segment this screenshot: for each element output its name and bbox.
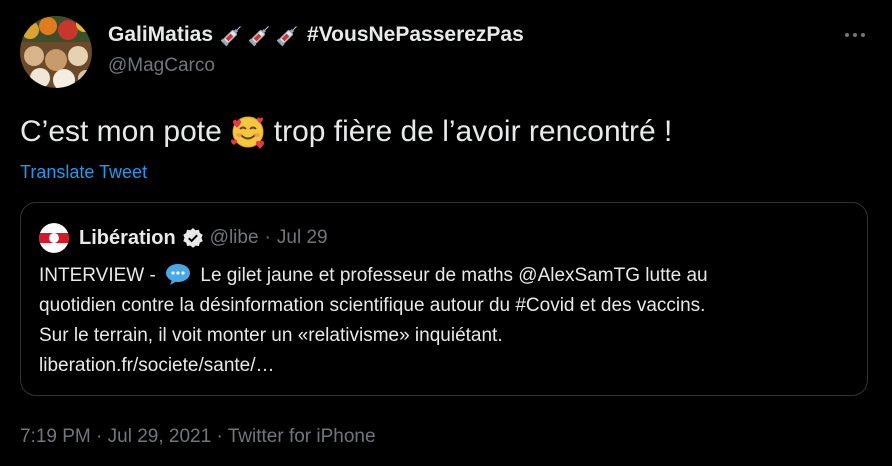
tweet-text: C’est mon pote trop fière de l’avoir ren…: [20, 114, 672, 150]
tweet-timestamp-source[interactable]: 7:19 PM · Jul 29, 2021 · Twitter for iPh…: [20, 426, 376, 448]
more-options-icon: [845, 33, 849, 37]
translate-tweet-link[interactable]: Translate Tweet: [20, 162, 147, 183]
syringe-icon: [276, 26, 297, 47]
syringe-icon: [248, 26, 269, 47]
smiling-face-with-hearts-icon: [230, 116, 264, 149]
tweet-container: GaliMatias #VousNePasserezPas @MagCarco …: [0, 0, 892, 466]
name-emoji-group: [219, 22, 301, 48]
more-options-icon-dot: [853, 33, 857, 37]
author-avatar[interactable]: [20, 16, 92, 88]
author-name-row[interactable]: GaliMatias #VousNePasserezPas: [108, 22, 524, 48]
quoted-separator: ·: [264, 227, 271, 248]
more-options-button[interactable]: [840, 20, 870, 50]
quoted-tweet-text: INTERVIEW - Le gilet jaune et professeur…: [39, 261, 859, 381]
quoted-tweet-card[interactable]: Libération @libe · Jul 29 INTERVIEW - Le…: [20, 202, 868, 396]
quoted-author-name[interactable]: Libération: [79, 227, 176, 250]
quoted-link[interactable]: liberation.fr/societe/sante/…: [39, 351, 859, 381]
author-display-name[interactable]: GaliMatias: [108, 23, 213, 47]
author-name-hashtag[interactable]: #VousNePasserezPas: [307, 23, 524, 47]
tweet-text-start: C’est mon pote: [20, 115, 222, 148]
quoted-line-3: Sur le terrain, il voit monter un «relat…: [39, 325, 503, 346]
syringe-icon: [220, 26, 241, 47]
quoted-line-2: quotidien contre la désinformation scien…: [39, 295, 706, 316]
quoted-date[interactable]: Jul 29: [277, 227, 328, 249]
quoted-prefix: INTERVIEW -: [39, 265, 156, 286]
quoted-line-1-text: Le gilet jaune et professeur de maths @A…: [200, 265, 708, 286]
quoted-avatar[interactable]: [39, 223, 69, 253]
verified-badge-icon: [182, 228, 203, 248]
speech-balloon-icon: [166, 264, 191, 285]
quoted-author-handle[interactable]: @libe: [210, 227, 259, 249]
more-options-icon-dot: [861, 33, 865, 37]
quoted-tweet-header: Libération @libe · Jul 29: [39, 223, 328, 253]
tweet-text-end: trop fière de l’avoir rencontré !: [273, 115, 673, 148]
author-handle[interactable]: @MagCarco: [108, 55, 215, 77]
quoted-line-1: INTERVIEW - Le gilet jaune et professeur…: [39, 261, 859, 291]
